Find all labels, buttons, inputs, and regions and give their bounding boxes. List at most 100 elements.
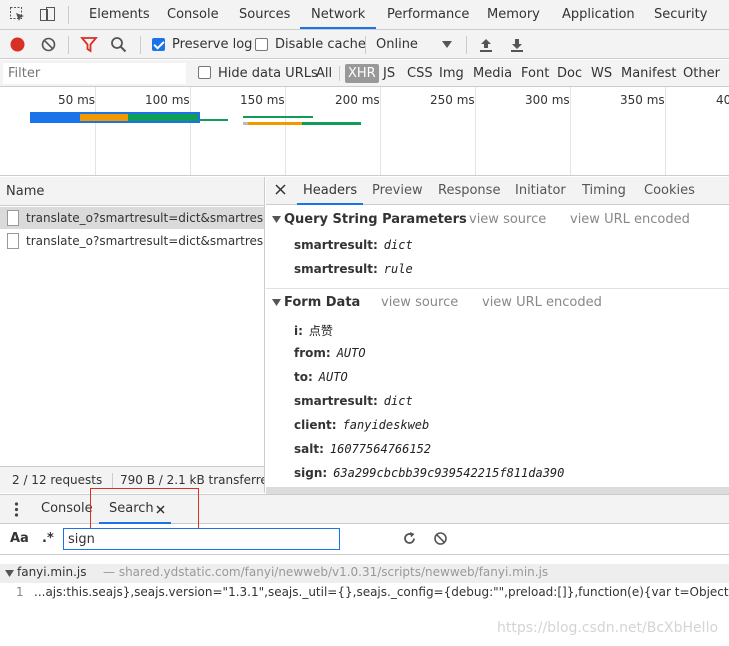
- param-value: AUTO: [336, 346, 366, 360]
- result-file-row[interactable]: fanyi.min.js — shared.ydstatic.com/fanyi…: [0, 564, 729, 583]
- request-name: translate_o?smartresult=dict&smartresult…: [26, 234, 264, 248]
- devtools-top-bar: Elements Console Sources Network Perform…: [0, 0, 729, 30]
- request-name: translate_o?smartresult=dict&smartresult…: [26, 211, 264, 225]
- tab-preview[interactable]: Preview: [372, 177, 423, 205]
- result-line-text: ...ajs:this.seajs},seajs.version="1.3.1"…: [34, 585, 729, 599]
- type-filter-js[interactable]: JS: [383, 60, 395, 87]
- type-filter-manifest[interactable]: Manifest: [621, 60, 676, 87]
- tab-performance[interactable]: Performance: [387, 0, 469, 29]
- waterfall-bar-selected[interactable]: [30, 112, 200, 123]
- tab-console[interactable]: Console: [167, 0, 219, 29]
- timeline-tick-label: 150 ms: [240, 93, 285, 107]
- match-case-toggle[interactable]: Aa: [10, 531, 29, 546]
- param-key: from:: [294, 346, 331, 360]
- param-value: dict: [383, 238, 413, 252]
- export-har-icon[interactable]: [509, 36, 525, 53]
- search-icon[interactable]: [110, 36, 128, 53]
- view-source-link[interactable]: view source: [469, 212, 546, 227]
- hide-data-urls-label: Hide data URLs: [218, 66, 318, 81]
- form-param: to: AUTO: [294, 370, 348, 384]
- type-filter-img[interactable]: Img: [439, 60, 464, 87]
- tab-response[interactable]: Response: [438, 177, 500, 205]
- close-icon[interactable]: [275, 184, 286, 195]
- type-filter-media[interactable]: Media: [473, 60, 512, 87]
- expand-triangle-icon[interactable]: [272, 299, 281, 307]
- type-filter-xhr[interactable]: XHR: [345, 64, 379, 83]
- tab-memory[interactable]: Memory: [487, 0, 540, 29]
- expand-triangle-icon[interactable]: [5, 570, 14, 578]
- toolbar-divider: [68, 36, 69, 54]
- type-filter-doc[interactable]: Doc: [557, 60, 582, 87]
- tab-application[interactable]: Application: [562, 0, 635, 29]
- timeline-tick-label: 250 ms: [430, 93, 475, 107]
- param-value: fanyideskweb: [342, 418, 430, 432]
- throttling-select[interactable]: Online: [376, 30, 418, 59]
- param-key: salt:: [294, 442, 324, 456]
- form-data-title[interactable]: Form Data: [284, 295, 360, 310]
- expand-triangle-icon[interactable]: [272, 216, 281, 224]
- watermark: https://blog.csdn.net/BcXbHello: [497, 620, 719, 636]
- param-key: client:: [294, 418, 337, 432]
- tab-elements[interactable]: Elements: [89, 0, 150, 29]
- result-line-number: 1: [16, 585, 24, 599]
- search-input[interactable]: [63, 528, 340, 550]
- view-source-link[interactable]: view source: [381, 295, 458, 310]
- regex-toggle[interactable]: .*: [42, 531, 54, 546]
- type-filter-ws[interactable]: WS: [591, 60, 612, 87]
- tab-sources[interactable]: Sources: [239, 0, 290, 29]
- tab-security[interactable]: Security: [654, 0, 707, 29]
- waterfall-segment-queue: [32, 114, 80, 121]
- param-key: sign:: [294, 466, 328, 480]
- disable-cache-checkbox[interactable]: [255, 38, 268, 51]
- tab-cookies[interactable]: Cookies: [644, 177, 695, 205]
- preserve-log-checkbox[interactable]: [152, 38, 165, 51]
- type-filter-font[interactable]: Font: [521, 60, 549, 87]
- request-row-selected[interactable]: translate_o?smartresult=dict&smartresult…: [0, 207, 264, 229]
- form-param: client: fanyideskweb: [294, 418, 429, 432]
- more-tools-icon[interactable]: [14, 502, 19, 517]
- grid-line: [570, 87, 571, 175]
- file-icon: [7, 233, 19, 249]
- tab-network[interactable]: Network: [300, 0, 377, 29]
- filter-divider: [339, 66, 340, 81]
- tab-timing[interactable]: Timing: [582, 177, 626, 205]
- waterfall-bar[interactable]: [302, 122, 361, 125]
- record-icon[interactable]: [9, 36, 26, 53]
- result-file-path: — shared.ydstatic.com/fanyi/newweb/v1.0.…: [103, 565, 549, 579]
- view-url-encoded-link[interactable]: view URL encoded: [482, 295, 602, 310]
- waterfall-bar[interactable]: [248, 122, 302, 125]
- disable-cache-label: Disable cache: [275, 37, 366, 52]
- tab-initiator[interactable]: Initiator: [515, 177, 566, 205]
- filter-icon[interactable]: [80, 36, 98, 53]
- column-header-name[interactable]: Name: [6, 177, 44, 206]
- timeline-tick-label: 40: [716, 93, 729, 107]
- type-filter-other[interactable]: Other: [683, 60, 720, 87]
- query-string-title[interactable]: Query String Parameters: [284, 212, 467, 227]
- detail-scrollbar[interactable]: [266, 487, 729, 494]
- type-filter-all[interactable]: All: [316, 60, 332, 87]
- clear-icon[interactable]: [40, 36, 57, 53]
- waterfall-bar[interactable]: [243, 116, 313, 118]
- section-divider: [266, 288, 729, 289]
- device-toolbar-icon[interactable]: [39, 6, 56, 23]
- timeline-overview[interactable]: 50 ms 100 ms 150 ms 200 ms 250 ms 300 ms…: [0, 87, 729, 176]
- inspect-element-icon[interactable]: [9, 6, 26, 23]
- dropdown-arrow-icon[interactable]: [442, 41, 452, 49]
- type-filter-css[interactable]: CSS: [407, 60, 433, 87]
- refresh-icon[interactable]: [402, 531, 417, 546]
- toolbar-divider: [365, 36, 366, 54]
- hide-data-urls-checkbox[interactable]: [198, 66, 211, 79]
- request-row[interactable]: translate_o?smartresult=dict&smartresult…: [0, 230, 264, 252]
- file-icon: [7, 210, 19, 226]
- status-divider: [112, 473, 113, 488]
- drawer-tab-console[interactable]: Console: [41, 501, 93, 516]
- tab-headers[interactable]: Headers: [297, 177, 364, 205]
- result-line-row[interactable]: 1 ...ajs:this.seajs},seajs.version="1.3.…: [0, 584, 729, 602]
- toolbar-divider: [466, 36, 467, 54]
- import-har-icon[interactable]: [478, 36, 494, 53]
- timeline-tick-label: 100 ms: [145, 93, 190, 107]
- view-url-encoded-link[interactable]: view URL encoded: [570, 212, 690, 227]
- filter-input[interactable]: [3, 63, 186, 84]
- clear-search-icon[interactable]: [433, 531, 448, 546]
- query-param: smartresult: rule: [294, 262, 413, 276]
